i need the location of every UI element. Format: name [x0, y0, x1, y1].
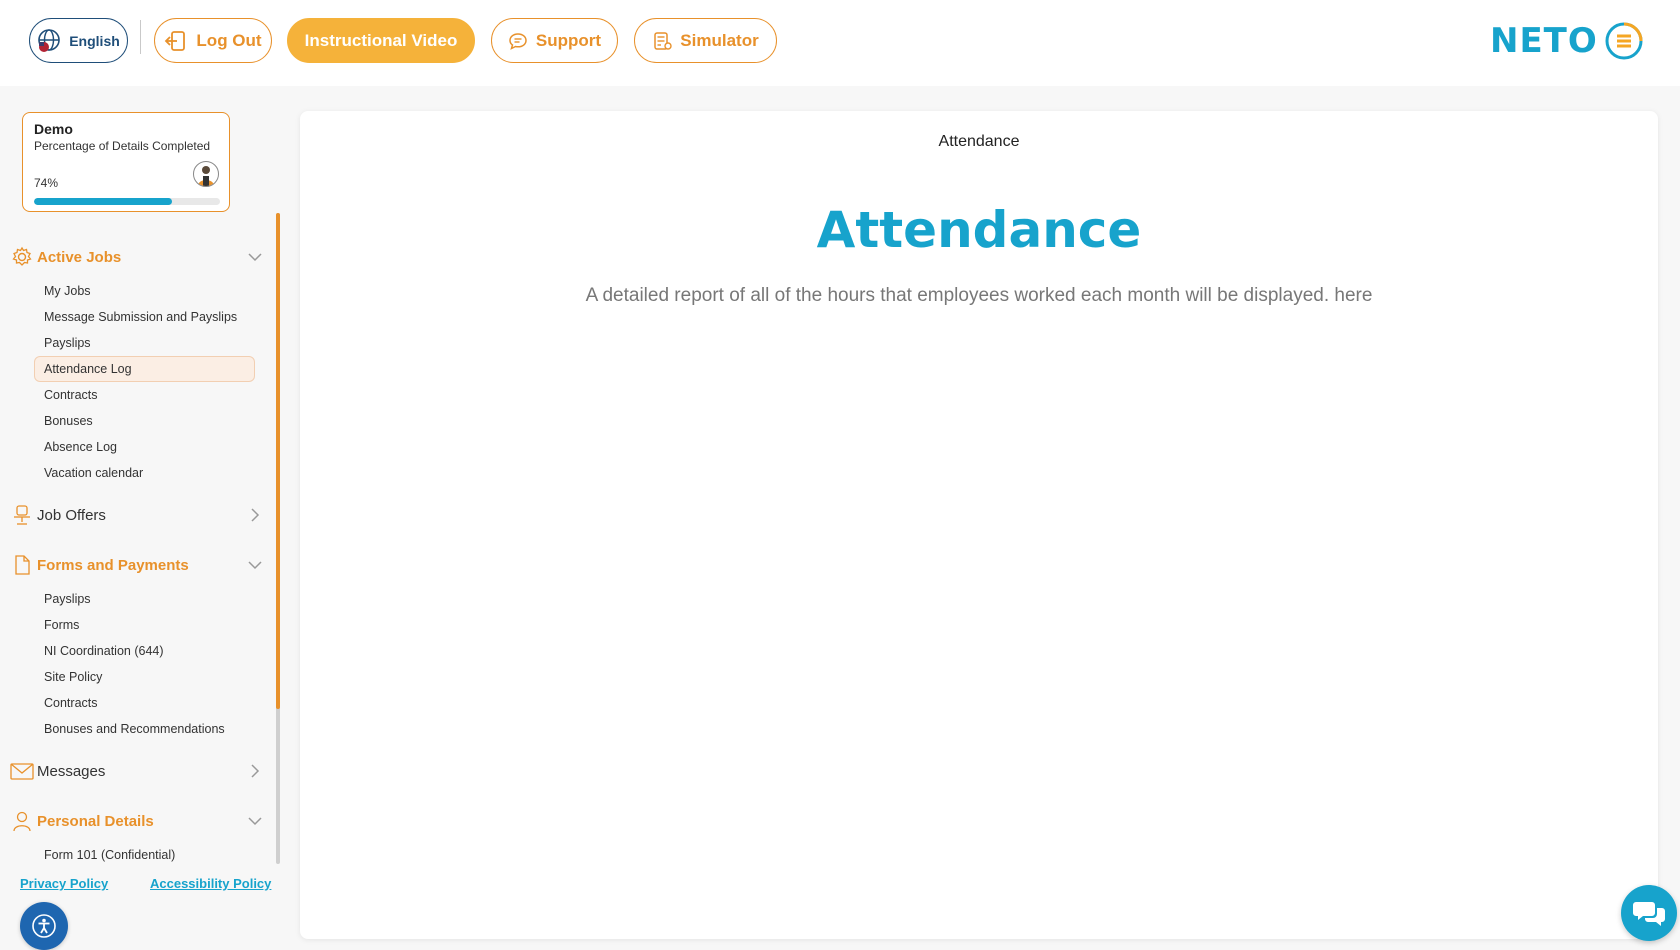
sidebar-item-contracts[interactable]: Contracts: [34, 690, 255, 716]
chevron-right-icon: [251, 764, 260, 778]
person-avatar-icon: [198, 166, 214, 186]
section-job-offers[interactable]: Job Offers: [10, 501, 265, 529]
sidebar-scrollbar[interactable]: [276, 213, 280, 864]
section-personal-details[interactable]: Personal Details: [10, 807, 265, 835]
sidebar-item-my-jobs[interactable]: My Jobs: [34, 278, 255, 304]
section-messages[interactable]: Messages: [10, 757, 265, 785]
page-title: Attendance: [938, 133, 1020, 150]
avatar: [193, 161, 219, 187]
main-content: Attendance Attendance A detailed report …: [300, 111, 1658, 939]
sidebar-item-bonuses-recommendations[interactable]: Bonuses and Recommendations: [34, 716, 255, 742]
neto-logo[interactable]: NETO: [1490, 18, 1644, 64]
globe-icon: [38, 28, 61, 52]
envelope-icon: [10, 759, 34, 783]
chevron-down-icon: [248, 253, 262, 262]
sidebar-item-contracts[interactable]: Contracts: [34, 382, 255, 408]
sidebar-item-vacation-calendar[interactable]: Vacation calendar: [34, 460, 255, 486]
profile-progress-bar: [34, 198, 220, 205]
accessibility-policy-link[interactable]: Accessibility Policy: [150, 876, 271, 891]
profile-progress-fill: [34, 198, 172, 205]
section-active-jobs[interactable]: Active Jobs: [10, 243, 265, 271]
section-label: Active Jobs: [37, 248, 122, 266]
section-label: Job Offers: [37, 506, 106, 524]
gear-icon: [10, 245, 34, 269]
section-label: Messages: [37, 762, 106, 780]
logo-text: NETO: [1490, 21, 1598, 61]
logout-icon: [165, 30, 186, 51]
sidebar-item-payslips[interactable]: Payslips: [34, 586, 255, 612]
office-chair-icon: [10, 503, 34, 527]
chevron-down-icon: [248, 561, 262, 570]
profile-card[interactable]: Demo Percentage of Details Completed 74%: [22, 112, 230, 212]
sidebar-item-site-policy[interactable]: Site Policy: [34, 664, 255, 690]
profile-subtitle: Percentage of Details Completed: [34, 139, 211, 153]
instructional-video-button[interactable]: Instructional Video: [287, 18, 475, 63]
profile-name: Demo: [34, 121, 73, 137]
calculator-icon: [654, 31, 672, 50]
sidebar-scroll-thumb[interactable]: [276, 213, 280, 709]
section-label: Forms and Payments: [37, 556, 189, 574]
section-label: Personal Details: [37, 812, 154, 830]
chevron-right-icon: [251, 508, 260, 522]
sidebar-item-ni-coordination[interactable]: NI Coordination (644): [34, 638, 255, 664]
simulator-button[interactable]: Simulator: [634, 18, 777, 63]
language-label: English: [69, 32, 120, 49]
support-label: Support: [535, 30, 602, 50]
support-button[interactable]: Support: [491, 18, 618, 63]
logout-button[interactable]: Log Out: [154, 18, 272, 63]
page-heading: Attendance: [816, 201, 1142, 259]
section-forms-payments[interactable]: Forms and Payments: [10, 551, 265, 579]
chevron-down-icon: [248, 817, 262, 826]
language-button[interactable]: English: [29, 18, 128, 63]
sidebar-item-bonuses[interactable]: Bonuses: [34, 408, 255, 434]
sidebar-item-attendance-log[interactable]: Attendance Log: [34, 356, 255, 382]
person-icon: [10, 809, 34, 833]
sidebar-item-message-submission[interactable]: Message Submission and Payslips: [34, 304, 255, 330]
sidebar: Demo Percentage of Details Completed 74%…: [0, 96, 285, 950]
header-divider: [140, 20, 141, 54]
sidebar-item-form-101[interactable]: Form 101 (Confidential): [34, 842, 255, 868]
logo-mark-icon: [1605, 22, 1643, 60]
sidebar-item-absence-log[interactable]: Absence Log: [34, 434, 255, 460]
sidebar-item-payslips[interactable]: Payslips: [34, 330, 255, 356]
sidebar-item-forms[interactable]: Forms: [34, 612, 255, 638]
simulator-label: Simulator: [680, 30, 759, 50]
logout-label: Log Out: [196, 30, 262, 50]
chat-bubbles-icon: [1633, 902, 1665, 926]
profile-percent: 74%: [34, 176, 59, 190]
chat-bubble-icon: [509, 32, 527, 50]
chat-widget-button[interactable]: [1621, 885, 1677, 941]
video-label: Instructional Video: [304, 30, 458, 50]
privacy-policy-link[interactable]: Privacy Policy: [20, 876, 108, 891]
page-description: A detailed report of all of the hours th…: [585, 285, 1373, 306]
top-header: English Log Out Instructional Video Supp…: [0, 0, 1680, 86]
accessibility-icon: [32, 914, 56, 938]
accessibility-button[interactable]: [20, 902, 68, 950]
document-icon: [10, 553, 34, 577]
